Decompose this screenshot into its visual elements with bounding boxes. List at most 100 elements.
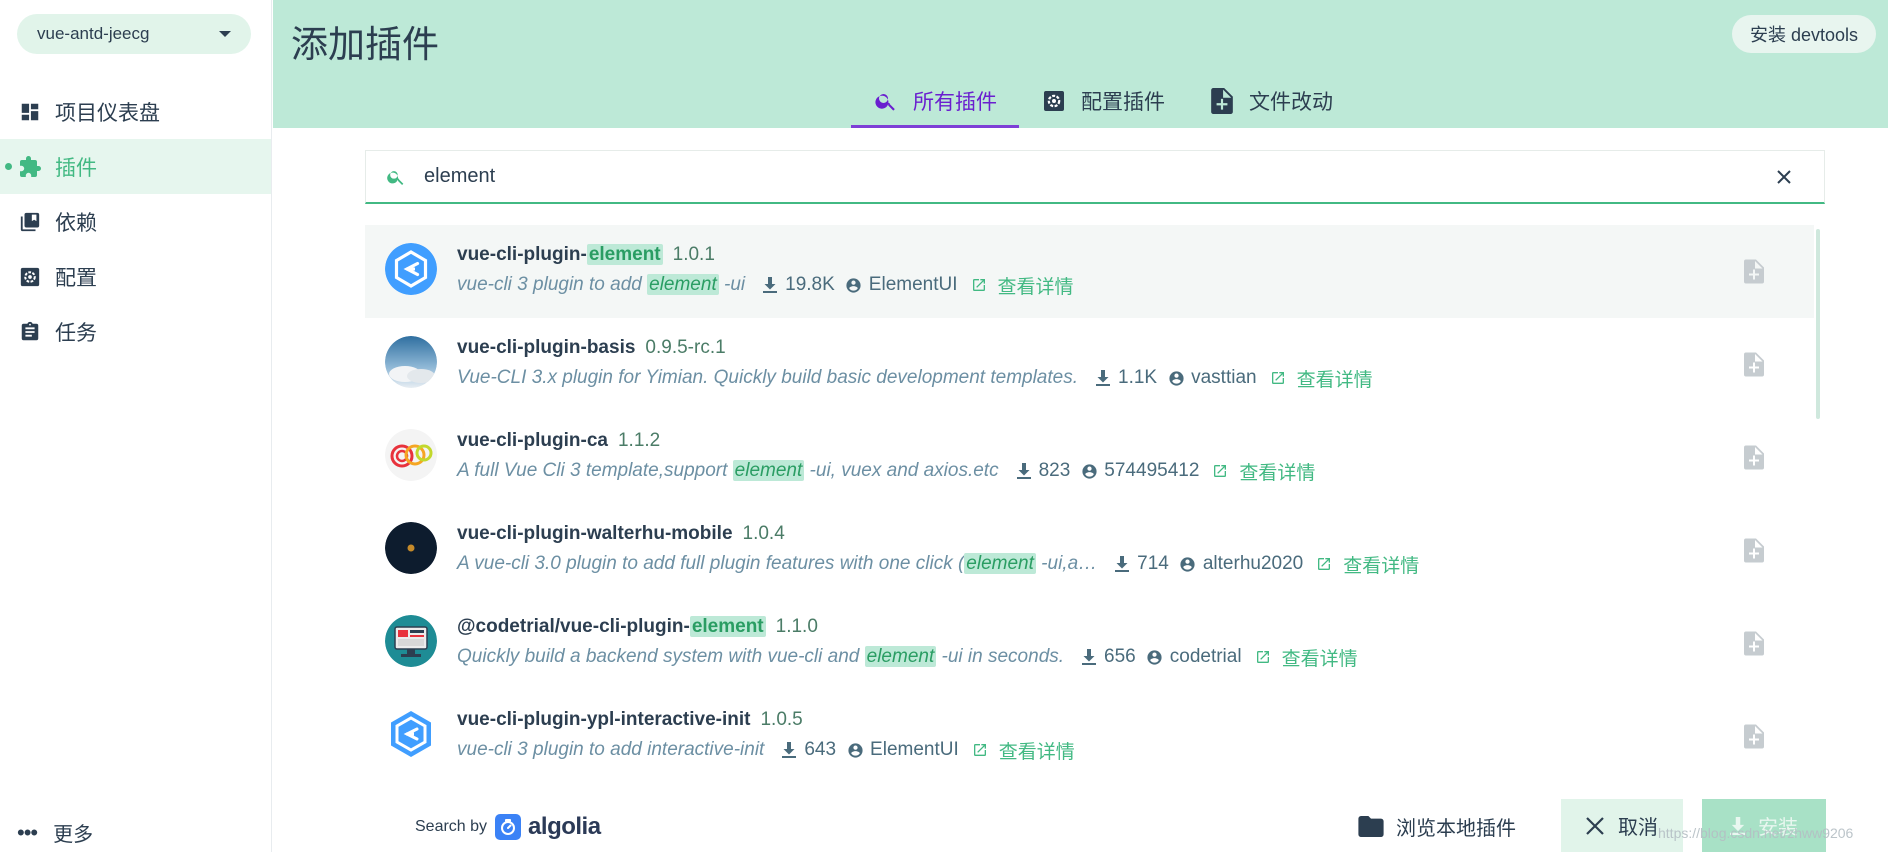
project-name: vue-antd-jeecg [37,24,150,43]
plugin-version: 1.0.1 [672,244,715,265]
file-plus-icon[interactable] [1742,536,1766,564]
more-label: 更多 [53,824,94,846]
search-input[interactable] [424,165,1770,188]
sidebar-item-label: 任务 [55,321,97,345]
download-count: 643 [804,739,837,760]
plugin-row[interactable]: vue-cli-plugin-element 1.0.1 vue-cli 3 p… [365,225,1814,318]
external-link-icon [1254,648,1272,666]
author-icon [1146,648,1164,666]
tab-config-plugins[interactable]: 配置插件 [1019,74,1187,128]
download-count: 714 [1137,553,1169,574]
sidebar-item-label: 项目仪表盘 [55,101,160,125]
plugin-version: 1.1.2 [617,430,661,451]
file-plus-icon[interactable] [1742,443,1766,471]
header: 添加插件 安装 devtools 所有插件 配置插件 文件改动 [273,0,1888,128]
external-link-icon [1269,369,1287,387]
more-dots-icon: ••• [17,819,38,845]
download-icon [1094,369,1112,387]
search-match-highlight: element [586,244,663,265]
plugin-version: 1.1.0 [775,616,818,637]
author-name: ElementUI [868,274,958,295]
clear-search-icon[interactable] [1770,163,1798,191]
browse-local-plugin-button[interactable]: 浏览本地插件 [1358,812,1516,841]
plugin-name: vue-cli-plugin-ypl-interactive-init [457,709,751,730]
clipboard-icon [17,319,43,345]
author-icon [845,276,863,294]
sidebar-item-config[interactable]: 配置 [0,249,271,304]
author-icon [1080,462,1098,480]
search-by-label: Search by [415,818,488,835]
algolia-logo-icon [495,814,522,840]
view-details-link[interactable]: 查看详情 [1254,644,1358,671]
external-link-icon [1315,555,1333,573]
sidebar-item-dashboard[interactable]: 项目仪表盘 [0,84,271,139]
element-logo [385,708,437,760]
download-icon [1730,816,1746,835]
element-logo [385,243,437,295]
author-name: ElementUI [870,739,959,760]
plugin-row[interactable]: vue-cli-plugin-ypl-interactive-init 1.0.… [365,690,1814,770]
install-label: 安装 [1758,817,1798,839]
tab-all-plugins[interactable]: 所有插件 [851,74,1019,128]
file-plus-icon [1209,88,1235,114]
more-button[interactable]: ••• 更多 [17,818,93,847]
file-plus-icon[interactable] [1742,722,1766,750]
file-plus-icon[interactable] [1742,350,1766,378]
tab-file-changes[interactable]: 文件改动 [1187,74,1355,128]
view-details-link[interactable]: 查看详情 [970,272,1074,299]
author-icon [846,741,864,759]
sidebar-nav: 项目仪表盘 插件 依赖 配置 任务 [0,84,271,359]
library-icon [17,209,43,235]
plugin-name: vue-cli-plugin-ca [457,430,608,451]
plugin-row[interactable]: vue-cli-plugin-basis 0.9.5-rc.1 Vue-CLI … [365,318,1814,411]
plugin-description: vue-cli 3 plugin to add interactive-init [457,739,765,760]
page-title: 添加插件 [291,24,439,65]
cancel-button[interactable]: 取消 [1561,799,1683,852]
external-link-icon [971,741,989,759]
plugin-description: Quickly build a backend system with vue-… [457,646,1065,667]
search-match-highlight: element [647,274,719,295]
plugin-description: vue-cli 3 plugin to add element -ui [457,274,746,295]
plugin-name: vue-cli-plugin-walterhu-mobile [457,523,733,544]
author-icon [1167,369,1185,387]
install-devtools-button[interactable]: 安装 devtools [1731,15,1876,53]
external-link-icon [970,276,988,294]
monitor-avatar [385,615,437,667]
plugin-description: Vue-CLI 3.x plugin for Yimian. Quickly b… [457,367,1078,388]
plugin-row[interactable]: @codetrial/vue-cli-plugin-element 1.1.0 … [365,597,1814,690]
plugin-row[interactable]: vue-cli-plugin-walterhu-mobile 1.0.4 A v… [365,504,1814,597]
view-details-link[interactable]: 查看详情 [1269,365,1373,392]
folder-icon [1358,816,1384,838]
search-match-highlight: element [864,646,937,667]
view-details-link[interactable]: 查看详情 [971,737,1075,764]
author-name: vasttian [1191,367,1257,388]
view-details-link[interactable]: 查看详情 [1211,458,1315,485]
cancel-label: 取消 [1618,817,1658,839]
sidebar-item-label: 依赖 [55,211,97,235]
plugin-description: A vue-cli 3.0 plugin to add full plugin … [457,553,1098,574]
sidebar-item-plugins[interactable]: 插件 [0,139,271,194]
rings-logo [385,429,437,481]
plugin-version: 0.9.5-rc.1 [645,337,726,358]
plugin-name: @codetrial/vue-cli-plugin-element [457,616,766,637]
plugin-version: 1.0.5 [760,709,803,730]
file-plus-icon[interactable] [1742,257,1766,285]
sidebar-item-tasks[interactable]: 任务 [0,304,271,359]
results-scrollbar[interactable] [1816,229,1820,419]
plugin-description: A full Vue Cli 3 template,support elemen… [457,460,999,481]
view-details-link[interactable]: 查看详情 [1315,551,1419,578]
sky-avatar [385,336,437,388]
project-selector[interactable]: vue-antd-jeecg [17,14,251,54]
browse-label: 浏览本地插件 [1396,818,1516,840]
install-button[interactable]: 安装 [1702,799,1826,852]
dashboard-icon [17,99,43,125]
settings-icon [17,264,43,290]
plugin-row[interactable]: vue-cli-plugin-ca 1.1.2 A full Vue Cli 3… [365,411,1814,504]
sidebar-item-dependencies[interactable]: 依赖 [0,194,271,249]
download-icon [780,741,798,759]
file-plus-icon[interactable] [1742,629,1766,657]
author-name: 574495412 [1104,460,1200,481]
search-icon [873,88,899,114]
download-icon [1113,555,1131,573]
sidebar: vue-antd-jeecg 项目仪表盘 插件 依赖 配置 任务 ••• 更多 [0,0,272,852]
